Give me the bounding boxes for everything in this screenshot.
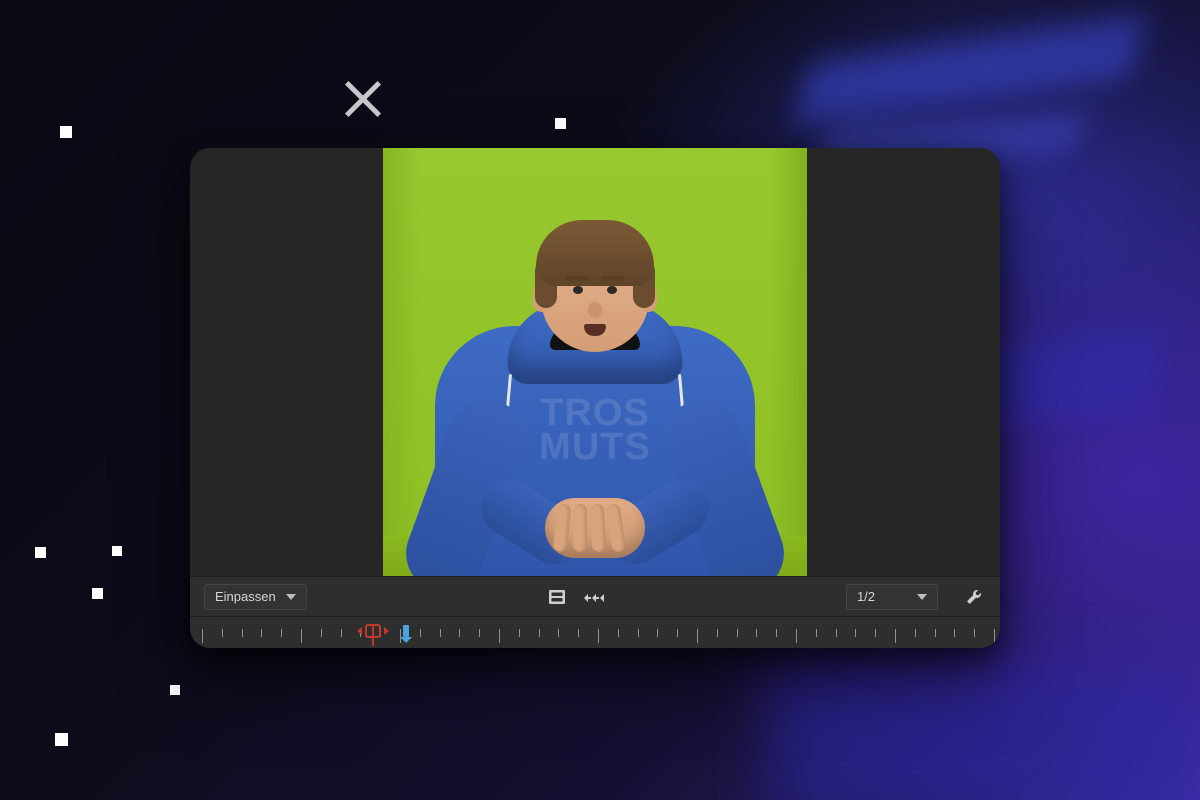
bg-streak [795, 15, 1145, 125]
timeline-tick [638, 629, 639, 637]
timeline-tick [479, 629, 480, 637]
playback-quality-label: 1/2 [857, 589, 875, 604]
safe-margins-icon [548, 589, 566, 605]
timeline-tick [242, 629, 243, 637]
timeline-tick [756, 629, 757, 637]
video-frame: TROSMUTS [383, 148, 807, 576]
decor-square [555, 118, 566, 129]
timeline-tick [796, 629, 797, 643]
decor-square [170, 685, 180, 695]
timeline-tick [261, 629, 262, 637]
page-background: TROSMUTS [0, 0, 1200, 800]
timeline-tick [836, 629, 837, 637]
timeline-tick [994, 629, 995, 643]
ripple-edit-button[interactable] [583, 586, 607, 608]
timeline-tick [935, 629, 936, 637]
timeline-tick [281, 629, 282, 637]
chevron-down-icon [917, 594, 927, 600]
timeline-playhead[interactable] [362, 621, 384, 645]
timeline-tick [915, 629, 916, 637]
bg-streak [770, 660, 1190, 800]
decor-square [35, 547, 46, 558]
timeline-tick [321, 629, 322, 637]
timeline-tick [895, 629, 896, 643]
timeline-tick [855, 629, 856, 637]
timeline-tick [222, 629, 223, 637]
decor-x-icon [340, 76, 386, 122]
decor-square [60, 126, 72, 138]
timeline-in-point[interactable] [400, 625, 412, 643]
timeline-tick [578, 629, 579, 637]
decor-square [55, 733, 68, 746]
ripple-edit-icon [583, 591, 607, 605]
preview-toolbar: Einpassen [190, 576, 1000, 616]
timeline-tick [697, 629, 698, 643]
video-viewport[interactable]: TROSMUTS [190, 148, 1000, 576]
timeline-tick [301, 629, 302, 643]
decor-square [92, 588, 103, 599]
timeline-tick [598, 629, 599, 643]
timeline-tick [341, 629, 342, 637]
timeline-tick [202, 629, 203, 643]
timeline-tick [954, 629, 955, 637]
timeline-tick [737, 629, 738, 637]
timeline-tick [776, 629, 777, 637]
playback-quality-select[interactable]: 1/2 [846, 584, 938, 610]
timeline-tick [657, 629, 658, 637]
zoom-fit-select[interactable]: Einpassen [204, 584, 307, 610]
preview-panel: TROSMUTS [190, 148, 1000, 648]
timeline-tick [420, 629, 421, 637]
timeline-ruler[interactable] [202, 629, 994, 647]
timeline-tick [875, 629, 876, 637]
zoom-fit-label: Einpassen [215, 589, 276, 604]
timeline-tick [816, 629, 817, 637]
settings-button[interactable] [962, 586, 986, 608]
timeline-tick [440, 629, 441, 637]
timeline-tick [459, 629, 460, 637]
timeline-tick [558, 629, 559, 637]
timeline-tick [974, 629, 975, 637]
mini-timeline[interactable] [190, 616, 1000, 648]
hoodie-print: TROSMUTS [539, 396, 651, 464]
timeline-tick [618, 629, 619, 637]
timeline-tick [677, 629, 678, 637]
timeline-tick [717, 629, 718, 637]
wrench-icon [965, 588, 983, 606]
decor-square [112, 546, 122, 556]
subject-person: TROSMUTS [425, 216, 765, 576]
timeline-tick [519, 629, 520, 637]
timeline-tick [499, 629, 500, 643]
timeline-tick [539, 629, 540, 637]
chevron-down-icon [286, 594, 296, 600]
safe-margins-button[interactable] [545, 586, 569, 608]
